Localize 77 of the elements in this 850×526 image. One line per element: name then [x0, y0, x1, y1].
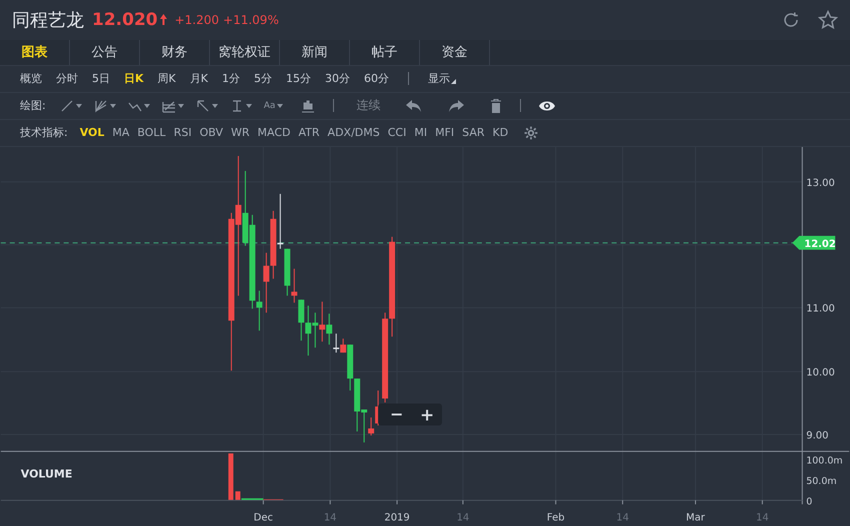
- stock-name: 同程艺龙: [12, 8, 84, 32]
- grid-tool-icon: [162, 98, 176, 113]
- period-tab[interactable]: 月K: [182, 71, 215, 86]
- indicator-tab[interactable]: BOLL: [133, 126, 170, 140]
- time-tick-label: 14: [324, 512, 337, 523]
- volume-label: VOLUME: [20, 467, 72, 480]
- price-tick-label: 9.00: [806, 430, 828, 442]
- time-tick-label: Dec: [254, 512, 273, 523]
- period-tab[interactable]: 60分: [356, 71, 396, 86]
- period-tab[interactable]: 分时: [49, 71, 85, 86]
- zoom-in-button[interactable]: +: [420, 404, 434, 424]
- caret-icon: [144, 104, 150, 108]
- arrow-tool-icon: [196, 98, 210, 113]
- fan-tool-icon: [94, 98, 108, 113]
- period-tab[interactable]: 1分: [214, 71, 247, 86]
- price-tick-label: 13.00: [806, 178, 835, 189]
- indicator-tab[interactable]: WR: [226, 126, 254, 140]
- tab[interactable]: 窝轮权证: [210, 40, 280, 65]
- caret-icon: [277, 104, 284, 108]
- indicator-tab[interactable]: KD: [488, 126, 512, 140]
- text-tool-label: Aa: [264, 100, 276, 111]
- period-tab[interactable]: 5分: [246, 71, 279, 86]
- period-tab[interactable]: 周K: [150, 71, 183, 86]
- tab[interactable]: 帖子: [350, 40, 420, 65]
- caret-icon: [178, 104, 184, 108]
- time-tick-label: 14: [456, 512, 470, 523]
- up-arrow-icon: [160, 14, 167, 26]
- refresh-icon[interactable]: [782, 10, 800, 29]
- indicator-tab[interactable]: MACD: [254, 126, 294, 140]
- dropdown-corner-icon: [450, 79, 456, 84]
- period-tab[interactable]: 30分: [318, 71, 357, 86]
- tab[interactable]: 新闻: [280, 40, 350, 65]
- volume-tick-label: 50.0m: [806, 476, 837, 487]
- indicator-tab[interactable]: VOL: [76, 126, 108, 140]
- volume-tick-label: 100.0m: [806, 455, 843, 466]
- price-tick-label: 10.00: [806, 367, 835, 378]
- zoom-panel: [378, 403, 442, 426]
- caret-icon: [246, 104, 252, 108]
- stock-price: 12.020: [92, 10, 158, 30]
- time-tick-label: Feb: [546, 512, 565, 523]
- caret-icon: [76, 104, 82, 108]
- price-change: +1.200: [174, 12, 220, 27]
- time-tick-label: 14: [616, 512, 629, 523]
- price-change-percent: +11.09%: [223, 12, 279, 27]
- indicator-tab[interactable]: RSI: [170, 126, 196, 140]
- drawing-label: 绘图:: [20, 98, 46, 114]
- indicators-label: 技术指标:: [20, 125, 68, 140]
- period-tab[interactable]: 日K: [117, 71, 151, 86]
- indicator-tab[interactable]: OBV: [196, 126, 227, 140]
- drawing-tool-button[interactable]: Aa: [258, 100, 290, 111]
- line-tool-icon: [60, 98, 74, 113]
- zoom-out-button[interactable]: −: [390, 404, 404, 424]
- indicator-tab[interactable]: CCI: [384, 126, 410, 140]
- price-tick-label: 11.00: [806, 303, 835, 314]
- indicator-tab[interactable]: SAR: [458, 126, 489, 140]
- indicator-tab[interactable]: MA: [108, 126, 134, 140]
- indicator-tab[interactable]: ATR: [294, 126, 324, 140]
- period-tab[interactable]: 15分: [278, 71, 318, 86]
- indicator-tab[interactable]: MI: [410, 126, 432, 140]
- period-tab[interactable]: 概览: [13, 71, 49, 86]
- time-tick-label: Mar: [686, 512, 705, 523]
- tab[interactable]: 图表: [0, 40, 70, 65]
- time-tick-label: 2019: [384, 512, 410, 523]
- volume-bars-drawing: [228, 453, 284, 500]
- period-tab[interactable]: 5日: [85, 71, 117, 86]
- time-tick-label: 14: [756, 512, 769, 523]
- caret-icon: [110, 104, 116, 108]
- display-dropdown[interactable]: 显示: [420, 71, 457, 86]
- indicator-tab[interactable]: ADX/DMS: [324, 126, 384, 140]
- current-price-tag: 12.02: [792, 236, 836, 250]
- indicator-tab[interactable]: MFI: [431, 126, 458, 140]
- tab[interactable]: 公告: [70, 40, 140, 65]
- tab[interactable]: 资金: [420, 40, 490, 65]
- tab[interactable]: 财务: [140, 40, 210, 65]
- caret-icon: [212, 104, 218, 108]
- star-icon[interactable]: [818, 10, 838, 30]
- volume-tick-label: 0: [806, 496, 812, 508]
